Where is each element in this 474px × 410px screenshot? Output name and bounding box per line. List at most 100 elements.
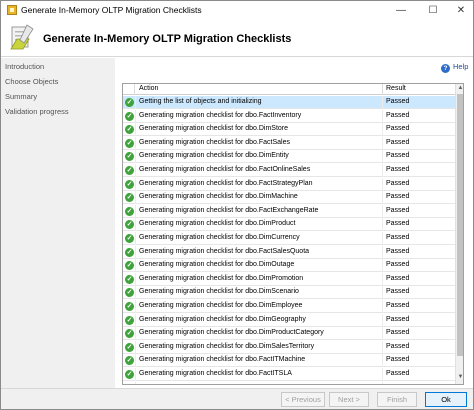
column-divider [382,245,383,259]
check-circle-icon: ✓ [125,288,134,298]
column-divider [382,313,383,327]
column-divider [135,300,136,313]
close-button[interactable]: ✕ [447,1,474,20]
table-row[interactable]: ✓ Generating migration checklist for dbo.… [123,191,455,205]
column-divider [382,300,383,313]
nav-item-choose-objects[interactable]: Choose Objects [5,77,58,86]
table-row[interactable]: ✓ Generating migration checklist for dbo.… [123,218,455,232]
result-column-header[interactable]: Result [386,85,406,92]
result-cell: Passed [386,111,410,119]
result-cell: Passed [386,179,410,187]
check-circle-icon: ✓ [125,342,134,352]
previous-button[interactable]: < Previous [281,392,325,407]
table-row[interactable]: ✓ Generating migration checklist for dbo.… [123,109,455,123]
action-column-header[interactable]: Action [139,85,158,92]
result-cell: Passed [386,234,410,241]
status-column-header [123,84,135,95]
minimize-button[interactable]: — [387,1,415,20]
page-title: Generate In-Memory OLTP Migration Checkl… [43,33,292,45]
column-divider [382,123,383,137]
column-divider [382,109,383,123]
scrollbar-thumb[interactable] [457,94,463,356]
wizard-window: Generate In-Memory OLTP Migration Checkl… [0,0,474,410]
grid-rows: ✓ Getting the list of objects and initial… [123,96,455,385]
column-divider [135,340,136,354]
table-row[interactable]: ✓ Getting the list of objects and initial… [123,96,455,109]
check-circle-icon: ✓ [125,274,134,284]
wizard-icon [10,24,34,50]
action-cell: Generating migration checklist for dbo.D… [139,125,289,133]
action-cell: Generating migration checklist for dbo.D… [139,193,298,201]
table-row[interactable]: ✓ Generating migration checklist for dbo.… [123,272,455,286]
result-cell: Passed [386,370,410,377]
result-cell: Passed [386,302,410,309]
finish-button[interactable]: Finish [377,392,417,407]
table-row[interactable]: ✓ Generating migration checklist for dbo.… [123,245,455,259]
check-circle-icon: ✓ [125,234,134,243]
table-row[interactable]: ✓ Generating migration checklist for dbo.… [123,313,455,327]
column-divider [382,368,383,381]
column-divider [135,204,136,218]
check-circle-icon: ✓ [125,220,134,230]
result-cell: Passed [386,152,410,160]
check-circle-icon: ✓ [125,152,134,162]
result-cell: Passed [386,288,410,296]
nav-item-validation-progress[interactable]: Validation progress [5,107,69,116]
table-row[interactable]: ✓ Generating migration checklist for dbo.… [123,150,455,164]
help-link[interactable]: ? Help [441,62,468,73]
nav-item-summary[interactable]: Summary [5,92,37,101]
column-divider [382,232,383,245]
column-divider [135,109,136,123]
table-row[interactable]: ✓ Generating migration checklist for dbo.… [123,177,455,191]
table-row[interactable]: ✓ Generating migration checklist for dbo.… [123,136,455,150]
action-cell: Generating migration checklist for dbo.F… [139,166,311,173]
column-divider [135,354,136,368]
nav-item-introduction[interactable]: Introduction [5,62,44,71]
ok-button[interactable]: Ok [425,392,467,407]
column-divider [382,218,383,232]
table-row[interactable]: ✓ Generating migration checklist for dbo.… [123,123,455,137]
table-row[interactable]: ✓ Generating migration checklist for dbo.… [123,354,455,368]
result-cell: Passed [386,138,410,146]
action-cell: Generating migration checklist for dbo.D… [139,342,315,350]
maximize-button[interactable]: ☐ [419,1,447,20]
scroll-up-icon[interactable]: ▲ [456,84,463,93]
results-grid: Action Result ✓ Getting the list of objec… [122,83,464,385]
result-cell: Passed [386,315,410,323]
check-circle-icon: ✓ [125,261,134,271]
result-cell: Passed [386,220,410,228]
action-cell: Generating migration checklist for dbo.F… [139,356,306,364]
column-divider [382,177,383,191]
check-circle-icon: ✓ [125,247,134,257]
action-cell: Generating migration checklist for dbo.F… [139,111,302,119]
table-row[interactable]: ✓ Generating migration checklist for dbo.… [123,327,455,341]
column-divider [135,245,136,259]
result-cell: Passed [386,384,409,385]
vertical-scrollbar[interactable]: ▲ ▼ [455,84,463,384]
table-row[interactable]: ✓ Generating migration checklist for dbo.… [123,204,455,218]
column-divider [382,354,383,368]
table-row[interactable]: ✓ Generating migration checklist for dbo.… [123,164,455,177]
table-row[interactable]: ✓ Generating migration checklist for dbo.… [123,300,455,313]
action-cell: Generating migration checklist for dbo.D… [139,288,299,296]
table-row[interactable]: ✓ Generating migration checklist for dbo.… [123,232,455,245]
check-circle-icon: ✓ [125,370,134,379]
column-divider [135,313,136,327]
table-row[interactable]: ✓ Generating migration checklist for dbo.… [123,381,455,385]
action-cell: Generating migration checklist for dbo.D… [139,261,295,269]
check-circle-icon: ✓ [125,179,134,189]
action-cell: Generating migration checklist for dbo.D… [139,220,296,228]
table-row[interactable]: ✓ Generating migration checklist for dbo.… [123,340,455,354]
scroll-down-icon[interactable]: ▼ [456,373,463,382]
title-bar: Generate In-Memory OLTP Migration Checkl… [1,1,473,20]
action-cell: Generating migration checklist for dbo.F… [139,206,319,214]
table-row[interactable]: ✓ Generating migration checklist for dbo.… [123,286,455,300]
result-cell: Passed [386,356,410,364]
column-divider [135,272,136,286]
column-divider [382,136,383,150]
next-button[interactable]: Next > [329,392,369,407]
table-row[interactable]: ✓ Generating migration checklist for dbo.… [123,259,455,273]
column-divider [382,204,383,218]
table-row[interactable]: ✓ Generating migration checklist for dbo.… [123,368,455,381]
column-divider [135,177,136,191]
